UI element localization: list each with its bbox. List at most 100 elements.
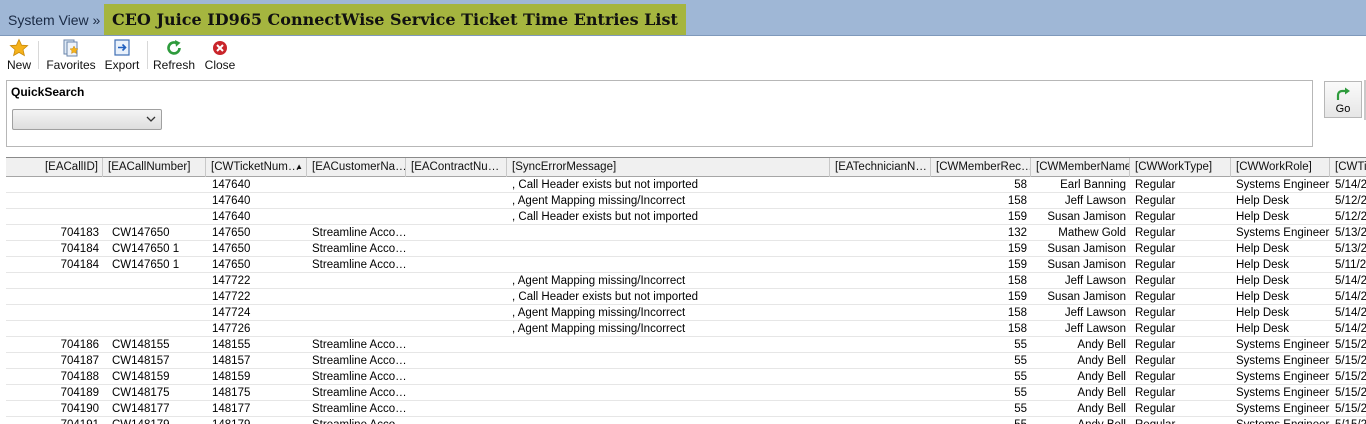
cell-cwmembername: Andy Bell bbox=[1077, 403, 1126, 415]
cell-eacustomername: Streamline Acco… bbox=[312, 387, 406, 399]
chevron-down-icon bbox=[146, 116, 156, 122]
cell-eacontractnumber bbox=[407, 321, 507, 337]
cell-eacustomername bbox=[308, 193, 406, 209]
column-header-cwtime[interactable]: [CWTim bbox=[1331, 158, 1366, 177]
table-row[interactable]: 704188 CW148159 148159 Streamline Acco… 55 An… bbox=[6, 369, 1366, 385]
cell-cwticketnumber: 147726 bbox=[212, 323, 251, 335]
star-icon bbox=[9, 38, 29, 57]
cell-cwmembername: Andy Bell bbox=[1077, 371, 1126, 383]
go-button[interactable]: Go bbox=[1324, 81, 1362, 118]
cell-syncerrormessage: , Agent Mapping missing/Incorrect bbox=[512, 195, 686, 207]
favorites-button[interactable]: Favorites bbox=[44, 37, 98, 73]
cell-eacontractnumber bbox=[407, 353, 507, 369]
table-row[interactable]: 704184 CW147650 1 147650 Streamline Acco… 15… bbox=[6, 257, 1366, 273]
table-row[interactable]: 147726 , Agent Mapping missing/Incorrect 1… bbox=[6, 321, 1366, 337]
cell-eacontractnumber bbox=[407, 337, 507, 353]
cell-cwmemberrecid: 55 bbox=[1014, 387, 1027, 399]
cell-eacallnumber bbox=[108, 209, 206, 225]
table-row[interactable]: 704190 CW148177 148177 Streamline Acco… 55 An… bbox=[6, 401, 1366, 417]
cell-cwtime: 5/14/2 bbox=[1335, 275, 1366, 287]
cell-eacontractnumber bbox=[407, 257, 507, 273]
cell-cwworktype: Regular bbox=[1135, 291, 1176, 303]
cell-eacallnumber: CW148155 bbox=[112, 339, 170, 351]
cell-cwworktype: Regular bbox=[1135, 355, 1176, 367]
grid-rows: 147640 , Call Header exists but not impor… bbox=[6, 177, 1366, 424]
cell-cwworkrole: Systems Engineer bbox=[1236, 227, 1330, 239]
cell-eacontractnumber bbox=[407, 401, 507, 417]
cell-syncerrormessage: , Call Header exists but not imported bbox=[512, 211, 699, 223]
column-header-eacustomername[interactable]: [EACustomerNa… bbox=[308, 158, 406, 177]
cell-cwworktype: Regular bbox=[1131, 417, 1231, 424]
column-header-eacallnumber[interactable]: [EACallNumber] bbox=[104, 158, 206, 177]
column-header-cwworktype[interactable]: [CWWorkType] bbox=[1131, 158, 1231, 177]
table-row[interactable]: 704183 CW147650 147650 Streamline Acco… 132 M… bbox=[6, 225, 1366, 241]
table-row[interactable]: 704184 CW147650 1 147650 Streamline Acco… 15… bbox=[6, 241, 1366, 257]
table-row[interactable]: 147640 , Agent Mapping missing/Incorrect 1… bbox=[6, 193, 1366, 209]
cell-cwmemberrecid: 158 bbox=[1007, 195, 1027, 207]
cell-eatechnicianname bbox=[831, 257, 931, 273]
table-row[interactable]: 704187 CW148157 148157 Streamline Acco… 55 An… bbox=[6, 353, 1366, 369]
cell-syncerrormessage bbox=[508, 337, 830, 353]
cell-cwmembername: Andy Bell bbox=[1077, 387, 1126, 399]
cell-eacustomername bbox=[308, 305, 406, 321]
table-row[interactable]: 147640 , Call Header exists but not impor… bbox=[6, 209, 1366, 225]
column-header-syncerrormessage[interactable]: [SyncErrorMessage] bbox=[508, 158, 830, 177]
table-row[interactable]: 147722 , Agent Mapping missing/Incorrect 1… bbox=[6, 273, 1366, 289]
time-entries-grid[interactable]: [EACallID] [EACallNumber] [CWTicketNum… … bbox=[6, 157, 1366, 424]
cell-cwmemberrecid: 159 bbox=[1007, 211, 1027, 223]
quicksearch-dropdown[interactable] bbox=[12, 109, 162, 130]
new-button[interactable]: New bbox=[4, 37, 34, 73]
cell-cwticketnumber: 147722 bbox=[212, 291, 251, 303]
cell-eatechnicianname bbox=[831, 369, 931, 385]
cell-cwticketnumber: 147650 bbox=[212, 259, 251, 271]
cell-eatechnicianname bbox=[831, 321, 931, 337]
cell-eacustomername bbox=[308, 209, 406, 225]
column-header-cwmemberrecid[interactable]: [CWMemberRec… bbox=[932, 158, 1031, 177]
table-row[interactable]: 147724 , Agent Mapping missing/Incorrect 1… bbox=[6, 305, 1366, 321]
grid-header: [EACallID] [EACallNumber] [CWTicketNum… … bbox=[6, 158, 1366, 177]
table-row[interactable]: 704186 CW148155 148155 Streamline Acco… 55 An… bbox=[6, 337, 1366, 353]
cell-cwworkrole: Systems Engineer bbox=[1232, 417, 1330, 424]
cell-cwworktype: Regular bbox=[1135, 179, 1176, 191]
refresh-label: Refresh bbox=[152, 58, 196, 72]
cell-cwworktype: Regular bbox=[1135, 371, 1176, 383]
cell-cwtime: 5/11/2 bbox=[1335, 259, 1366, 271]
cell-eacallnumber bbox=[108, 305, 206, 321]
cell-cwworkrole: Help Desk bbox=[1236, 307, 1290, 319]
cell-eacustomername bbox=[308, 177, 406, 193]
cell-cwtime: 5/13/2 bbox=[1335, 227, 1366, 239]
export-button[interactable]: Export bbox=[102, 37, 142, 73]
cell-syncerrormessage: , Call Header exists but not imported bbox=[512, 291, 699, 303]
cell-cwmemberrecid: 55 bbox=[932, 417, 1031, 424]
cell-syncerrormessage: , Agent Mapping missing/Incorrect bbox=[512, 323, 686, 335]
refresh-button[interactable]: Refresh bbox=[152, 37, 196, 73]
cell-cwworkrole: Help Desk bbox=[1236, 195, 1290, 207]
column-header-eacontractnumber[interactable]: [EAContractNu… bbox=[407, 158, 507, 177]
cell-cwtime: 5/12/2 bbox=[1335, 195, 1366, 207]
cell-cwmembername: Jeff Lawson bbox=[1064, 323, 1126, 335]
column-header-eacallid[interactable]: [EACallID] bbox=[6, 158, 103, 177]
column-header-eatechnicianname[interactable]: [EATechnicianN… bbox=[831, 158, 931, 177]
cell-syncerrormessage: , Agent Mapping missing/Incorrect bbox=[512, 307, 686, 319]
cell-eacallnumber bbox=[108, 321, 206, 337]
cell-cwmemberrecid: 55 bbox=[1014, 339, 1027, 351]
cell-eacallnumber bbox=[108, 289, 206, 305]
table-row[interactable]: 704191 CW148179148179Streamline Acco… 55An… bbox=[6, 417, 1366, 424]
table-row[interactable]: 147722 , Call Header exists but not impor… bbox=[6, 289, 1366, 305]
column-header-cwworkrole[interactable]: [CWWorkRole] bbox=[1232, 158, 1330, 177]
table-row[interactable]: 147640 , Call Header exists but not impor… bbox=[6, 177, 1366, 193]
cell-eacallid: 704184 bbox=[60, 243, 99, 255]
cell-cwtime: 5/15/2 bbox=[1335, 355, 1366, 367]
table-row[interactable]: 704189 CW148175 148175 Streamline Acco… 55 An… bbox=[6, 385, 1366, 401]
cell-eacallid bbox=[6, 289, 103, 305]
column-header-cwmembername[interactable]: [CWMemberName] bbox=[1032, 158, 1130, 177]
close-button[interactable]: Close bbox=[202, 37, 238, 73]
cell-cwtime: 5/15/2 bbox=[1335, 371, 1366, 383]
cell-cwmembername: Susan Jamison bbox=[1047, 243, 1126, 255]
cell-eacontractnumber bbox=[407, 417, 507, 424]
cell-eacallid: 704187 bbox=[60, 355, 99, 367]
cell-eacustomername: Streamline Acco… bbox=[312, 259, 406, 271]
cell-cwtime: 5/14/2 bbox=[1335, 323, 1366, 335]
column-header-cwticketnumber[interactable]: [CWTicketNum… ▲ bbox=[207, 158, 307, 177]
breadcrumb-system-view[interactable]: System View » bbox=[0, 5, 108, 35]
